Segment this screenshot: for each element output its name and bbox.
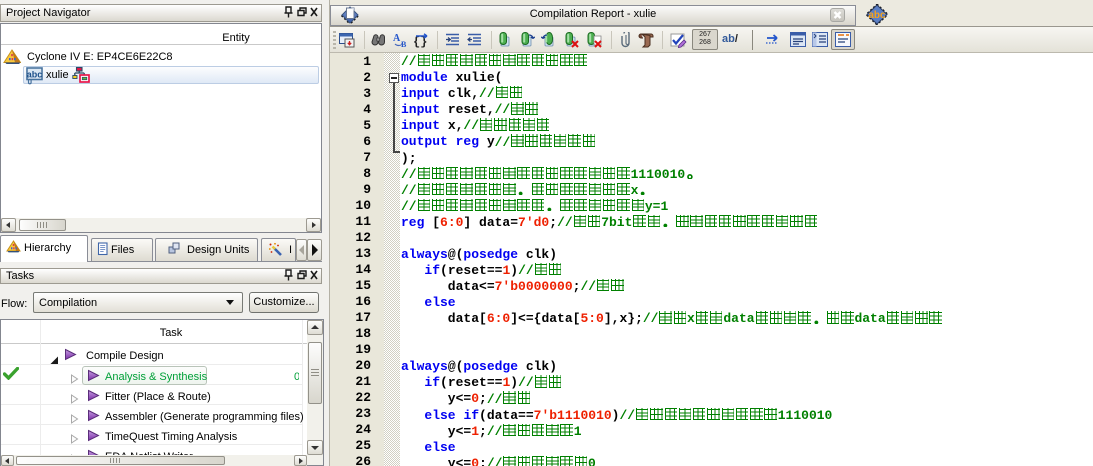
svg-text:abc: abc (868, 10, 886, 21)
svg-text:abc: abc (27, 70, 43, 80)
svg-text:A: A (393, 33, 401, 44)
